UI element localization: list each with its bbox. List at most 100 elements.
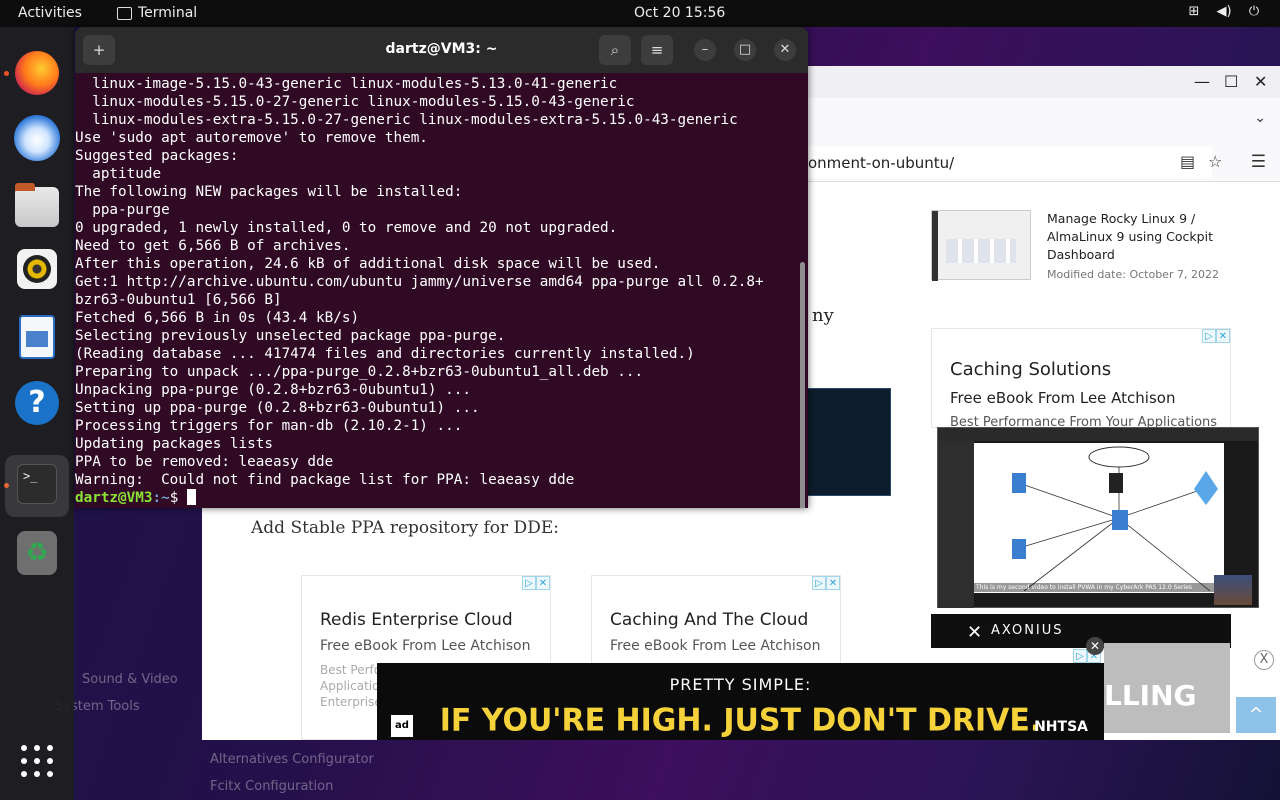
banner-close-icon[interactable]: ✕ (1086, 637, 1104, 655)
ad-body: Best Perfo Applicatio Enterprise (320, 663, 382, 709)
ad-title: Caching And The Cloud (610, 610, 809, 630)
terminal-line: linux-image-5.15.0-43-generic linux-modu… (75, 76, 618, 92)
terminal-line: PPA to be removed: leaeasy dde (75, 454, 334, 470)
network-icon: ⊞ (1188, 4, 1200, 19)
axonius-text: AXONIUS (991, 623, 1064, 638)
bookmark-star-icon[interactable]: ☆ (1208, 152, 1222, 171)
terminal-line: The following NEW packages will be insta… (75, 184, 463, 200)
terminal-line: 0 upgraded, 1 newly installed, 0 to remo… (75, 220, 618, 236)
terminal-line: ppa-purge (75, 202, 170, 218)
terminal-dock-item[interactable]: >_ (5, 455, 69, 517)
scroll-to-top-button[interactable]: ^ (1236, 697, 1276, 733)
ad-info-icon: ▷ (522, 576, 536, 590)
maximize-icon[interactable]: □ (734, 39, 756, 61)
terminal-line: Preparing to unpack .../ppa-purge_0.2.8+… (75, 364, 644, 380)
ghost-menu-item: Fcitx Configuration (210, 779, 334, 794)
maximize-icon[interactable]: ☐ (1224, 72, 1238, 91)
volume-icon: ◀) (1216, 4, 1232, 19)
ad-title: Caching Solutions (950, 359, 1112, 380)
trash-icon[interactable]: ♻ (17, 531, 57, 575)
help-icon[interactable]: ? (15, 381, 59, 425)
sidebar-ad[interactable]: ▷ ✕ Caching Solutions Free eBook From Lee… (931, 328, 1231, 430)
ad-choices[interactable]: ▷ ✕ (1202, 329, 1230, 343)
clock[interactable]: Oct 20 15:56 (634, 5, 725, 21)
faded-ad: LLING (1104, 643, 1230, 733)
bottom-banner-ad[interactable]: PRETTY SIMPLE: IF YOU'RE HIGH. JUST DON'… (377, 663, 1104, 740)
terminal-line: Setting up ppa-purge (0.2.8+bzr63-0ubunt… (75, 400, 480, 416)
ad-close-icon: ✕ (1216, 329, 1230, 343)
minimize-icon[interactable]: — (1194, 72, 1210, 91)
terminal-line: Unpacking ppa-purge (0.2.8+bzr63-0ubuntu… (75, 382, 471, 398)
search-icon[interactable]: ⌕ (599, 35, 631, 65)
ad-title: Redis Enterprise Cloud (320, 610, 513, 630)
terminal-line: Need to get 6,566 B of archives. (75, 238, 351, 254)
terminal-window[interactable]: + dartz@VM3: ~ ⌕ ≡ – □ ✕ linux-image-5.1… (75, 27, 808, 508)
list-tabs-icon[interactable]: ⌄ (1254, 110, 1266, 126)
video-player[interactable]: This is my second video to install PVWA … (937, 427, 1259, 608)
terminal-icon (117, 6, 132, 20)
adcouncil-logo: ad (391, 715, 413, 737)
terminal-output[interactable]: linux-image-5.15.0-43-generic linux-modu… (75, 75, 800, 508)
banner-kicker: PRETTY SIMPLE: (669, 675, 812, 694)
faded-ad-text: LLING (1104, 679, 1197, 712)
terminal-scrollbar[interactable] (800, 262, 805, 508)
video-sidepanel (938, 441, 974, 608)
video-toolbar (938, 428, 1258, 441)
ad-choices[interactable]: ▷ ✕ (812, 576, 840, 590)
ad-close-icon: ✕ (826, 576, 840, 590)
axonius-logo-icon: ✕ (967, 622, 983, 643)
post-date: Modified date: October 7, 2022 (1047, 268, 1219, 281)
terminal-line: Updating packages lists (75, 436, 273, 452)
writer-icon[interactable] (19, 315, 55, 359)
ad-info-icon: ▷ (1073, 649, 1087, 663)
close-icon[interactable]: ✕ (774, 39, 796, 61)
firefox-icon[interactable] (15, 51, 59, 95)
running-indicator (4, 71, 9, 76)
terminal-line: Suggested packages: (75, 148, 239, 164)
browser-menu-icon[interactable]: ☰ (1251, 152, 1266, 172)
prompt-path: :~ (152, 490, 170, 506)
terminal-line: Fetched 6,566 B in 0s (43.4 kB/s) (75, 310, 360, 326)
ad-subtitle: Free eBook From Lee Atchison (950, 389, 1176, 407)
show-applications-icon[interactable] (21, 745, 53, 777)
thunderbird-icon[interactable] (14, 115, 60, 161)
activities-button[interactable]: Activities (18, 5, 82, 21)
terminal-headerbar: + dartz@VM3: ~ ⌕ ≡ – □ ✕ (75, 27, 808, 73)
post-thumbnail[interactable] (931, 210, 1031, 281)
terminal-line: Selecting previously unselected package … (75, 328, 506, 344)
terminal-line: linux-modules-extra-5.15.0-27-generic li… (75, 112, 738, 128)
prompt-user: dartz@VM3 (75, 490, 153, 506)
hamburger-menu-icon[interactable]: ≡ (641, 35, 673, 65)
terminal-line: (Reading database ... 417474 files and d… (75, 346, 695, 362)
rhythmbox-icon[interactable] (17, 249, 57, 289)
post-title[interactable]: Manage Rocky Linux 9 / AlmaLinux 9 using… (1047, 210, 1227, 264)
close-ad-icon[interactable]: X (1254, 650, 1274, 670)
article-text-fragment: ny (812, 305, 834, 326)
ad-info-icon: ▷ (812, 576, 826, 590)
article-paragraph: Add Stable PPA repository for DDE: (251, 518, 559, 538)
ad-info-icon: ▷ (1202, 329, 1216, 343)
system-tray[interactable]: ⊞ ◀) ⏻ (1186, 4, 1262, 20)
terminal-prompt[interactable]: dartz@VM3:~$ (75, 489, 800, 507)
terminal-line: After this operation, 24.6 kB of additio… (75, 256, 661, 272)
close-icon[interactable]: ✕ (1254, 72, 1267, 91)
video-caption: This is my second video to install PVWA … (974, 583, 1224, 592)
terminal-icon: >_ (17, 464, 57, 504)
ghost-menu-item: Sound & Video (82, 672, 178, 687)
ad-choices[interactable]: ▷ ✕ (522, 576, 550, 590)
app-menu-label: Terminal (138, 5, 198, 21)
ghost-menu-item: Alternatives Configurator (210, 752, 374, 767)
terminal-line: Warning: Could not find package list for… (75, 472, 575, 488)
network-diagram (974, 443, 1224, 593)
files-icon[interactable] (15, 183, 59, 227)
terminal-line: bzr63-0ubuntu1 [6,566 B] (75, 292, 282, 308)
terminal-line: aptitude (75, 166, 162, 182)
app-menu[interactable]: Terminal (117, 5, 197, 21)
reader-view-icon[interactable]: ▤ (1180, 152, 1195, 171)
dock: ? >_ ♻ (0, 27, 74, 800)
minimize-icon[interactable]: – (694, 39, 716, 61)
text-cursor (186, 489, 196, 505)
url-text[interactable]: onment-on-ubuntu/ (808, 154, 954, 172)
terminal-line: Use 'sudo apt autoremove' to remove them… (75, 130, 428, 146)
terminal-line: Processing triggers for man-db (2.10.2-1… (75, 418, 463, 434)
